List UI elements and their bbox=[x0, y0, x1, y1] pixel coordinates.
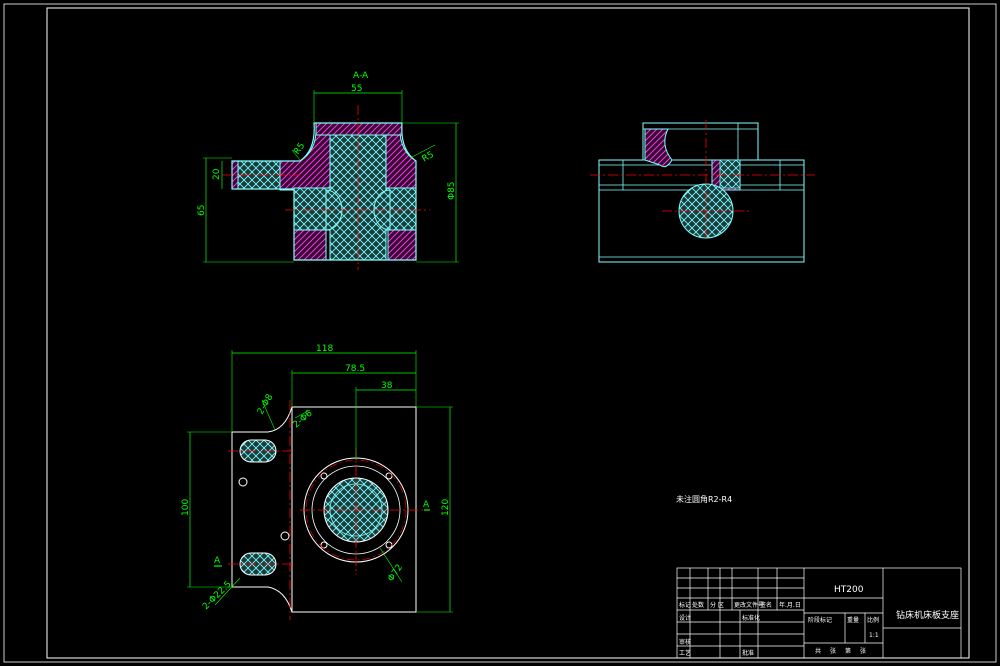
technical-note: 未注圆角R2-R4 bbox=[676, 494, 732, 504]
dim-100: 100 bbox=[181, 499, 191, 516]
part-name: 钻床机床板支座 bbox=[896, 609, 959, 621]
tb-zhongliang: 重量 bbox=[847, 616, 859, 624]
section-mark-a-right: A bbox=[423, 500, 430, 510]
tb-jieduan: 阶段标记 bbox=[808, 616, 832, 624]
tb-bili: 比例 bbox=[867, 616, 879, 624]
tb-scale: 1:1 bbox=[869, 632, 879, 639]
side-view bbox=[590, 120, 815, 263]
inner-frame bbox=[46, 7, 970, 659]
tb-biaoji: 标记 bbox=[679, 601, 691, 609]
tb-biaozhunhua: 标准化 bbox=[742, 614, 760, 622]
tb-di: 第 bbox=[845, 647, 851, 655]
tb-fenqu: 分 区 bbox=[710, 601, 724, 609]
tb-gongyi: 工艺 bbox=[679, 649, 691, 657]
tb-chushu: 处数 bbox=[692, 601, 704, 609]
dim-phi85: Φ85 bbox=[447, 181, 457, 200]
front-section-view: A-A 55 65 20 Φ85 R5 R5 bbox=[197, 71, 459, 270]
dim-120: 120 bbox=[441, 499, 451, 516]
dim-r5-right: R5 bbox=[421, 150, 436, 165]
note-2-phi22-5: 2-Φ22.5 bbox=[201, 580, 234, 613]
tb-gong: 共 bbox=[815, 647, 821, 655]
dim-phi72: Φ72 bbox=[386, 563, 405, 584]
note-2-phi6: 2-Φ6 bbox=[292, 408, 315, 430]
note-2-phi8: 2-Φ8 bbox=[256, 392, 276, 416]
tb-qianming: 签名 bbox=[760, 601, 772, 609]
outer-frame bbox=[3, 3, 997, 663]
dim-38: 38 bbox=[381, 381, 393, 391]
tb-sheji: 设计 bbox=[679, 614, 691, 622]
tb-zhang: 张 bbox=[830, 647, 836, 655]
dim-55: 55 bbox=[351, 84, 362, 94]
tb-shenhe: 审核 bbox=[679, 638, 691, 646]
section-mark: A-A bbox=[353, 71, 369, 81]
plan-view: 118 78.5 38 100 120 Φ72 2-Φ8 2-Φ6 2-Φ22.… bbox=[181, 344, 453, 620]
dim-118: 118 bbox=[316, 344, 333, 354]
tb-pizhun: 批准 bbox=[742, 649, 754, 657]
section-mark-a-left: A bbox=[214, 556, 221, 566]
tb-riqi: 年.月.日 bbox=[779, 601, 801, 609]
drawing-sheet: A-A 55 65 20 Φ85 R5 R5 118 78.5 38 100 1… bbox=[3, 3, 997, 663]
tb-zhang2: 张 bbox=[860, 647, 866, 655]
dim-r5-left: R5 bbox=[292, 141, 307, 157]
material: HT200 bbox=[834, 585, 864, 595]
dim-65: 65 bbox=[197, 205, 207, 216]
dim-20: 20 bbox=[212, 168, 222, 180]
dim-78-5: 78.5 bbox=[345, 364, 365, 374]
